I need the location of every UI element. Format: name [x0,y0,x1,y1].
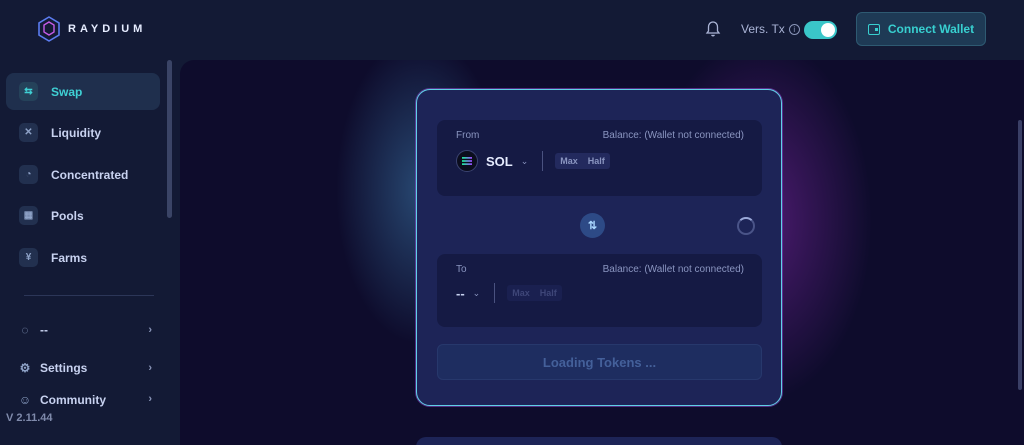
liquidity-icon: ✕ [19,123,38,142]
from-label: From [456,130,480,141]
to-token-selector[interactable]: -- [456,286,465,301]
secondary-card [416,437,782,445]
sidebar-item-label: Liquidity [51,125,101,140]
swap-direction-button[interactable]: ⇅ [580,213,605,238]
vers-tx-label: Vers. Tx i [741,22,800,36]
loading-tokens-button[interactable]: Loading Tokens ... [437,344,762,380]
raydium-logo[interactable]: RAYDIUM [38,16,146,42]
separator [542,151,544,171]
sidebar-sub-label: Community [40,393,106,407]
farms-icon: ¥ [19,248,38,267]
concentrated-icon: ◔ [19,165,38,184]
sidebar-item-swap[interactable]: ⇆ Swap [6,73,160,110]
from-max-button[interactable]: Max [555,156,583,166]
sidebar-item-label: Concentrated [51,167,129,182]
brand-name: RAYDIUM [68,23,147,35]
sidebar-sub-label: Settings [40,361,88,375]
chevron-right-icon: › [148,393,152,405]
from-half-button[interactable]: Half [583,156,610,166]
sidebar-item-label: Farms [51,250,88,265]
from-token-row: SOL ⌄ Max Half [456,150,610,172]
to-max-button[interactable]: Max [507,288,535,298]
sidebar-divider [24,295,154,296]
sidebar-sub-label: -- [40,323,48,337]
to-balance: Balance: (Wallet not connected) [602,264,744,275]
chevron-down-icon[interactable]: ⌄ [473,288,481,299]
from-token-selector[interactable]: SOL [486,154,513,169]
rpc-icon: ◌ [21,323,29,337]
vers-tx-toggle[interactable] [804,21,837,39]
to-token-row: -- ⌄ Max Half [456,282,562,304]
settings-icon: ⚙ [19,361,31,375]
vers-tx-text: Vers. Tx [741,22,785,36]
sidebar-item-label: Pools [51,208,84,223]
to-label: To [456,264,467,275]
main-scrollbar[interactable] [1018,120,1022,390]
sidebar-item-pools[interactable]: ▦ Pools [6,197,160,234]
from-amount-chips: Max Half [555,153,610,169]
connect-wallet-label: Connect Wallet [887,22,975,36]
app-version: V 2.11.44 [6,412,53,424]
swap-icon: ⇆ [19,82,38,101]
sidebar-item-liquidity[interactable]: ✕ Liquidity [6,114,160,151]
to-amount-chips: Max Half [507,285,562,301]
sidebar-item-rpc[interactable]: ◌ -- › [18,320,152,340]
pools-icon: ▦ [19,206,38,225]
raydium-logo-icon [38,16,60,42]
sidebar-item-label: Swap [51,84,83,99]
from-panel: From Balance: (Wallet not connected) SOL… [437,120,762,196]
connect-wallet-button[interactable]: Connect Wallet [856,12,986,46]
chevron-right-icon: › [148,362,152,374]
loading-spinner-icon [737,217,755,235]
separator [494,283,496,303]
top-bar: RAYDIUM Vers. Tx i Connect Wallet [0,0,1024,60]
from-balance: Balance: (Wallet not connected) [602,130,744,141]
info-icon[interactable]: i [788,23,800,35]
bell-icon[interactable] [704,20,722,38]
swap-card: From Balance: (Wallet not connected) SOL… [416,89,782,406]
sidebar-item-settings[interactable]: ⚙ Settings › [18,358,152,378]
sidebar-item-farms[interactable]: ¥ Farms [6,239,160,276]
chevron-down-icon[interactable]: ⌄ [521,156,529,167]
to-panel: To Balance: (Wallet not connected) -- ⌄ … [437,254,762,327]
to-half-button[interactable]: Half [535,288,562,298]
sidebar-scrollbar[interactable] [167,60,172,218]
community-icon: ☺ [18,393,32,407]
sol-token-icon [456,150,478,172]
wallet-icon [867,23,880,35]
sidebar-item-concentrated[interactable]: ◔ Concentrated [6,156,160,193]
sidebar-item-community[interactable]: ☺ Community › [18,393,152,407]
chevron-right-icon: › [148,324,152,336]
